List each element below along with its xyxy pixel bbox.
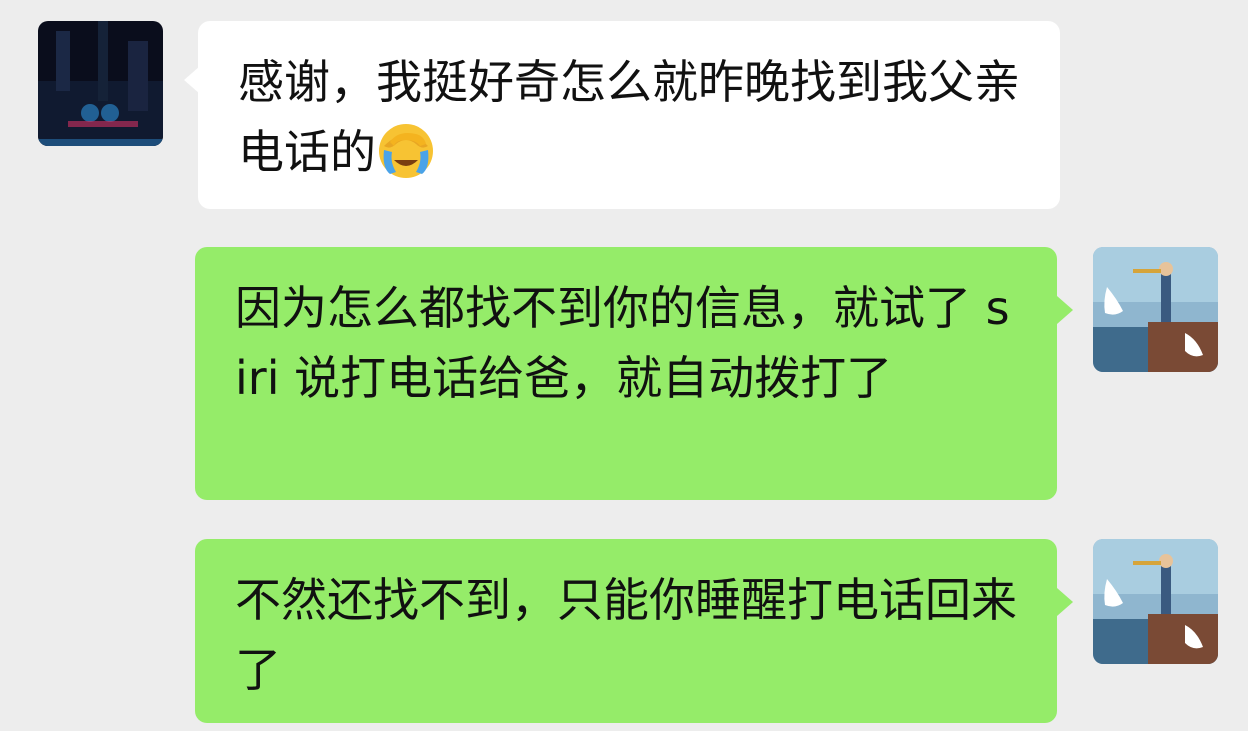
- message-text: 感谢，我挺好奇怎么就昨晚找到我父亲电话的: [238, 55, 1020, 179]
- message-text: 因为怎么都找不到你的信息，就试了 siri 说打电话给爸，就自动拨打了: [235, 281, 1010, 405]
- boy-trumpet-birds-avatar-icon: [1093, 539, 1218, 664]
- face-palm-tears-emoji-icon: [376, 120, 436, 180]
- bubble-tail-outgoing: [1057, 296, 1073, 324]
- contact-avatar[interactable]: [38, 21, 163, 146]
- own-avatar[interactable]: [1093, 247, 1218, 372]
- bubble-tail-outgoing: [1057, 588, 1073, 616]
- night-city-avatar-icon: [38, 21, 163, 146]
- boy-trumpet-birds-avatar-icon: [1093, 247, 1218, 372]
- own-avatar[interactable]: [1093, 539, 1218, 664]
- message-bubble-outgoing[interactable]: 不然还找不到，只能你睡醒打电话回来了: [195, 539, 1057, 723]
- message-text: 不然还找不到，只能你睡醒打电话回来了: [235, 573, 1017, 697]
- message-bubble-incoming[interactable]: 感谢，我挺好奇怎么就昨晚找到我父亲电话的: [198, 21, 1060, 209]
- message-bubble-outgoing[interactable]: 因为怎么都找不到你的信息，就试了 siri 说打电话给爸，就自动拨打了: [195, 247, 1057, 500]
